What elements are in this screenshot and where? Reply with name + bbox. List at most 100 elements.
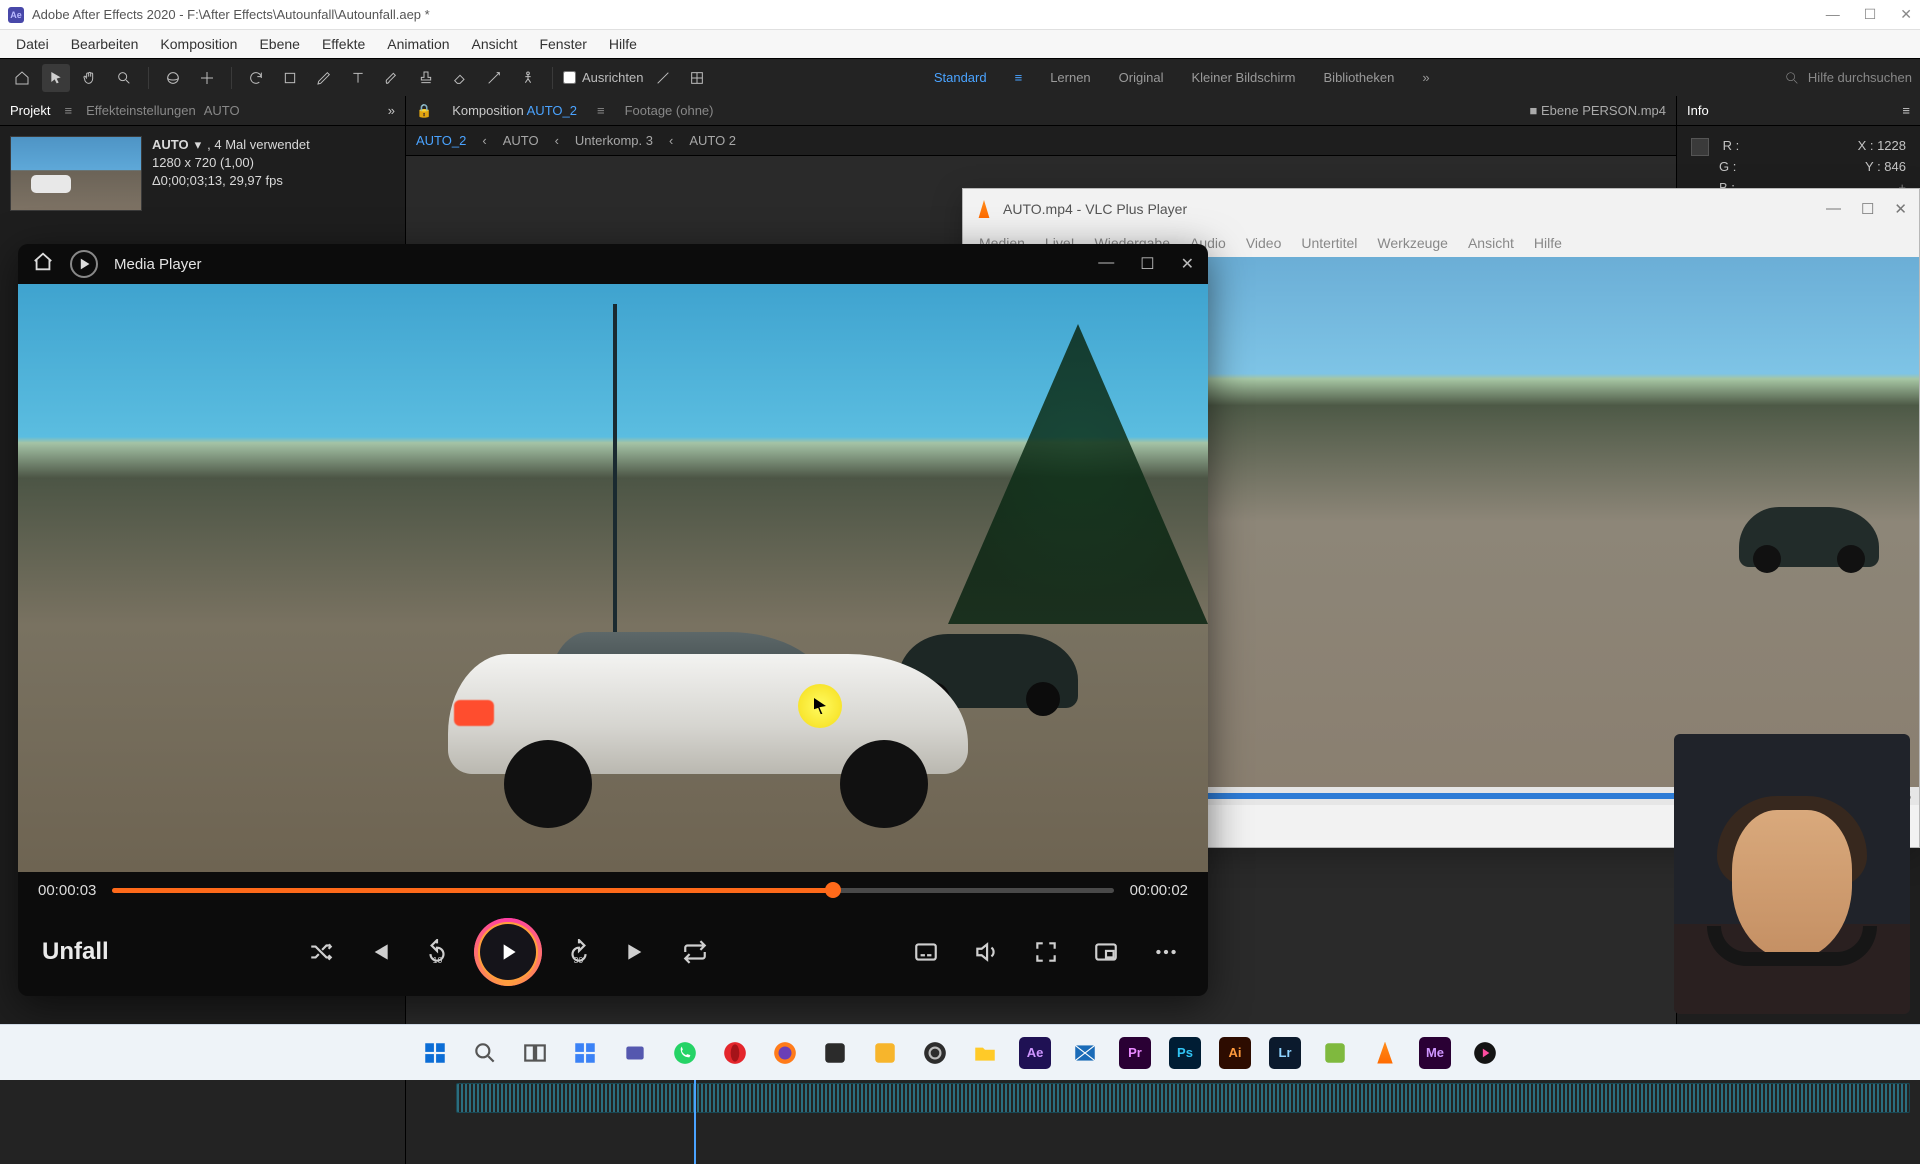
taskview-icon[interactable] — [514, 1032, 556, 1074]
volume-icon[interactable] — [968, 934, 1004, 970]
ae-close-icon[interactable]: ✕ — [1900, 6, 1912, 23]
crumb-auto[interactable]: AUTO — [503, 133, 539, 148]
brush-tool-icon[interactable] — [378, 64, 406, 92]
subtitles-icon[interactable] — [908, 934, 944, 970]
crumb-unterkomp[interactable]: Unterkomp. 3 — [575, 133, 653, 148]
vlc-menu-video[interactable]: Video — [1238, 233, 1290, 253]
vlc-menu-hilfe[interactable]: Hilfe — [1526, 233, 1570, 253]
orbit-tool-icon[interactable] — [159, 64, 187, 92]
crumb-auto2[interactable]: AUTO_2 — [416, 133, 466, 148]
rewind-10-icon[interactable]: 10 — [419, 934, 455, 970]
vlc-titlebar[interactable]: AUTO.mp4 - VLC Plus Player — ☐ ✕ — [963, 189, 1919, 229]
prev-track-icon[interactable] — [361, 934, 397, 970]
more-icon[interactable] — [1148, 934, 1184, 970]
whatsapp-icon[interactable] — [664, 1032, 706, 1074]
text-tool-icon[interactable] — [344, 64, 372, 92]
ae-minimize-icon[interactable]: — — [1826, 6, 1840, 23]
media-player-window[interactable]: Media Player — ☐ ✕ 00:00:03 00:00:02 Unf… — [18, 244, 1208, 996]
asset-dropdown-icon[interactable]: ▾ — [195, 136, 202, 154]
puppet-tool-icon[interactable] — [514, 64, 542, 92]
comp-lock-icon[interactable]: 🔒 — [416, 103, 432, 119]
home-tool-icon[interactable] — [8, 64, 36, 92]
ws-biblio[interactable]: Bibliotheken — [1324, 70, 1395, 85]
panel-overflow-icon[interactable]: » — [388, 103, 395, 118]
video-app-icon[interactable] — [1064, 1032, 1106, 1074]
menu-datei[interactable]: Datei — [6, 32, 59, 56]
snapgrid-icon[interactable] — [683, 64, 711, 92]
widgets-icon[interactable] — [564, 1032, 606, 1074]
selection-tool-icon[interactable] — [42, 64, 70, 92]
search-taskbar-icon[interactable] — [464, 1032, 506, 1074]
mp-titlebar[interactable]: Media Player — ☐ ✕ — [18, 244, 1208, 284]
project-tab-menu-icon[interactable]: ≡ — [64, 103, 72, 118]
tb-ai[interactable]: Ai — [1214, 1032, 1256, 1074]
menu-bearbeiten[interactable]: Bearbeiten — [61, 32, 149, 56]
ausrichten-checkbox[interactable] — [563, 71, 576, 84]
opera-icon[interactable] — [714, 1032, 756, 1074]
vlc-minimize-icon[interactable]: — — [1826, 200, 1841, 218]
mp-seek-handle[interactable] — [825, 882, 841, 898]
info-tab[interactable]: Info — [1687, 103, 1709, 118]
menu-fenster[interactable]: Fenster — [529, 32, 596, 56]
mp-seekbar[interactable] — [112, 888, 1113, 893]
menu-ebene[interactable]: Ebene — [249, 32, 309, 56]
snap-icon[interactable] — [649, 64, 677, 92]
footage-tab[interactable]: Footage (ohne) — [625, 103, 714, 118]
ae-maximize-icon[interactable]: ☐ — [1864, 6, 1877, 23]
start-icon[interactable] — [414, 1032, 456, 1074]
tb-ps[interactable]: Ps — [1164, 1032, 1206, 1074]
mp-maximize-icon[interactable]: ☐ — [1140, 254, 1154, 274]
menu-animation[interactable]: Animation — [377, 32, 459, 56]
menu-komposition[interactable]: Komposition — [150, 32, 247, 56]
mp-minimize-icon[interactable]: — — [1098, 254, 1114, 274]
layer-tab[interactable]: ■ Ebene PERSON.mp4 — [1530, 103, 1667, 118]
vlc-maximize-icon[interactable]: ☐ — [1861, 200, 1874, 218]
tb-ae[interactable]: Ae — [1014, 1032, 1056, 1074]
fullscreen-icon[interactable] — [1028, 934, 1064, 970]
shuffle-icon[interactable] — [303, 934, 339, 970]
menu-ansicht[interactable]: Ansicht — [462, 32, 528, 56]
comp-tab[interactable]: Komposition AUTO_2 — [452, 103, 577, 118]
ws-overflow-icon[interactable]: » — [1422, 70, 1429, 85]
project-asset[interactable]: AUTO▾, 4 Mal verwendet 1280 x 720 (1,00)… — [0, 126, 405, 221]
mp-video-area[interactable] — [18, 284, 1208, 872]
mp-close-icon[interactable]: ✕ — [1181, 254, 1194, 274]
app-green-icon[interactable] — [1314, 1032, 1356, 1074]
vlc-close-icon[interactable]: ✕ — [1894, 200, 1907, 218]
comp-tab-menu-icon[interactable]: ≡ — [597, 103, 605, 118]
ws-kleiner[interactable]: Kleiner Bildschirm — [1191, 70, 1295, 85]
info-panel-menu-icon[interactable]: ≡ — [1902, 103, 1910, 118]
pen-tool-icon[interactable] — [310, 64, 338, 92]
ws-original[interactable]: Original — [1119, 70, 1164, 85]
vlc-menu-untertitel[interactable]: Untertitel — [1293, 233, 1365, 253]
firefox-icon[interactable] — [764, 1032, 806, 1074]
ws-lernen[interactable]: Lernen — [1050, 70, 1090, 85]
next-track-icon[interactable] — [619, 934, 655, 970]
effect-settings-label[interactable]: Effekteinstellungen — [86, 103, 196, 118]
repeat-icon[interactable] — [677, 934, 713, 970]
rotate-tool-icon[interactable] — [242, 64, 270, 92]
explorer-icon[interactable] — [964, 1032, 1006, 1074]
vlc-menu-werkzeuge[interactable]: Werkzeuge — [1369, 233, 1456, 253]
ws-standard[interactable]: Standard — [934, 70, 987, 85]
menu-hilfe[interactable]: Hilfe — [599, 32, 647, 56]
play-button[interactable] — [477, 921, 539, 983]
roto-tool-icon[interactable] — [480, 64, 508, 92]
menu-effekte[interactable]: Effekte — [312, 32, 375, 56]
tb-me[interactable]: Me — [1414, 1032, 1456, 1074]
crumb-auto2b[interactable]: AUTO 2 — [689, 133, 736, 148]
vlc-menu-ansicht[interactable]: Ansicht — [1460, 233, 1522, 253]
pan-behind-tool-icon[interactable] — [193, 64, 221, 92]
mediaplayer-taskbar-icon[interactable] — [1464, 1032, 1506, 1074]
vlc-taskbar-icon[interactable] — [1364, 1032, 1406, 1074]
forward-30-icon[interactable]: 30 — [561, 934, 597, 970]
help-search[interactable]: Hilfe durchsuchen — [1652, 70, 1912, 86]
mp-home-icon[interactable] — [32, 251, 54, 277]
app-yellow-icon[interactable] — [864, 1032, 906, 1074]
rect-tool-icon[interactable] — [276, 64, 304, 92]
eraser-tool-icon[interactable] — [446, 64, 474, 92]
app-dark-icon[interactable] — [814, 1032, 856, 1074]
teams-icon[interactable] — [614, 1032, 656, 1074]
ws-menu-icon[interactable]: ≡ — [1015, 70, 1023, 85]
stamp-tool-icon[interactable] — [412, 64, 440, 92]
